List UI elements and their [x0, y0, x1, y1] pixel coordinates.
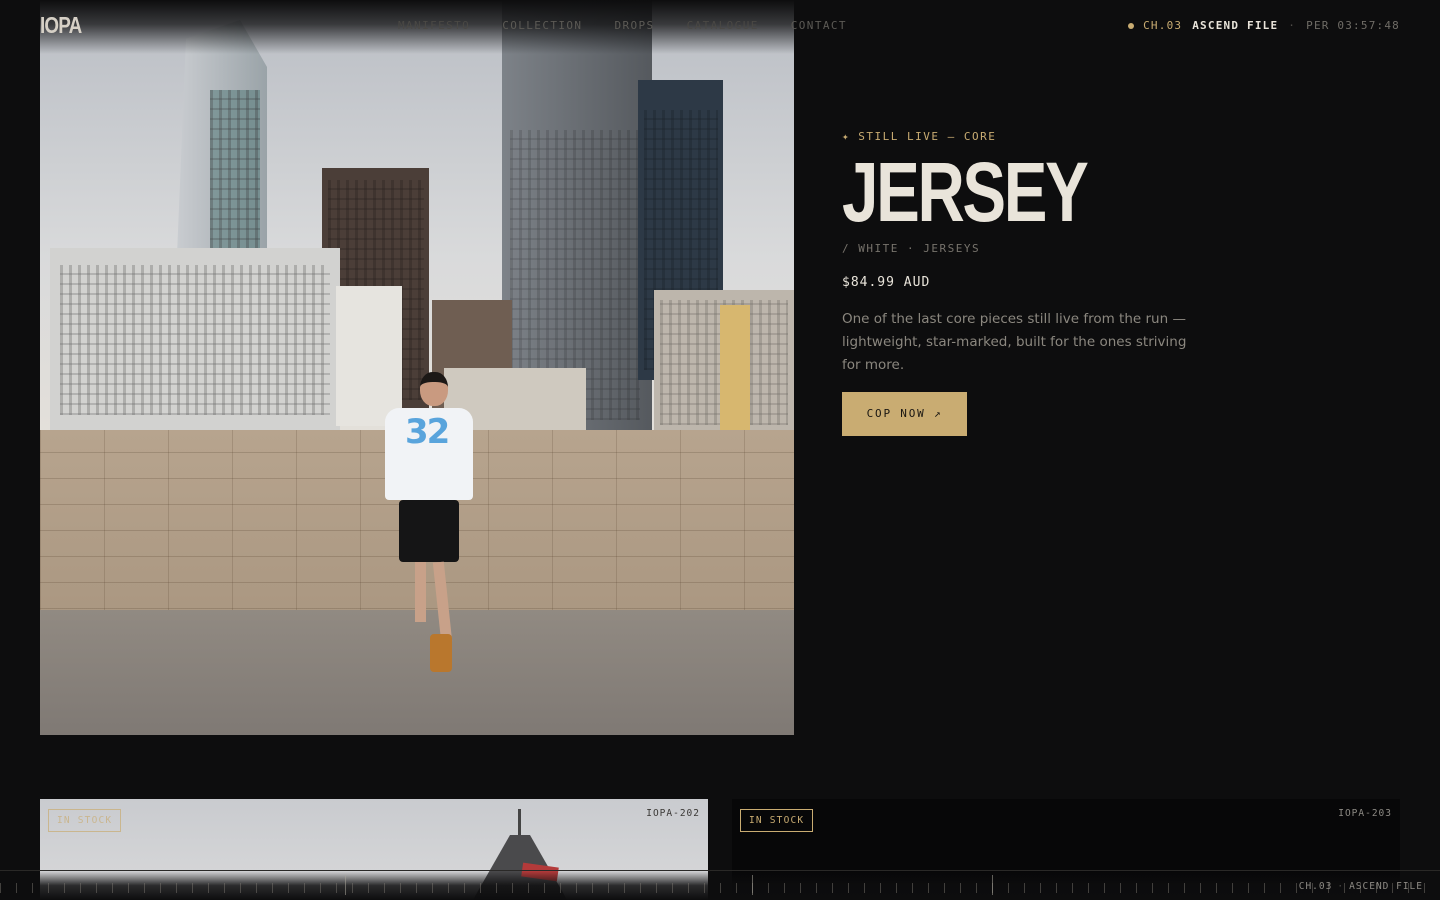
timeline-ruler: CH.03 · ASCEND FILE [0, 870, 1440, 900]
live-dot-icon [1128, 23, 1135, 29]
product-description: One of the last core pieces still live f… [842, 311, 1187, 373]
building [720, 305, 750, 430]
stock-badge: IN STOCK [48, 809, 122, 832]
main-nav: MANIFESTO COLLECTION DROPS CATALOGUE CON… [398, 19, 879, 33]
brand-logo[interactable]: IOPA [40, 12, 82, 39]
product-sku: IOPA-203 [1338, 808, 1392, 819]
product-sku: IOPA-202 [646, 808, 700, 819]
product-title: JERSEY [842, 145, 1089, 239]
product-hero-photo: 32 [40, 0, 794, 735]
nav-item-drops[interactable]: DROPS [614, 19, 654, 33]
nav-item-collection[interactable]: COLLECTION [502, 19, 582, 33]
cop-now-button[interactable]: COP NOW ↗ [842, 392, 967, 436]
top-nav-bar: IOPA MANIFESTO COLLECTION DROPS CATALOGU… [0, 0, 1440, 54]
model-wearing-jersey: 32 [375, 372, 485, 677]
product-price: $84.99 AUD [842, 275, 931, 290]
nav-item-catalogue[interactable]: CATALOGUE [687, 19, 759, 33]
chapter-code: CH.03 [1143, 19, 1183, 32]
ruler-ticks [0, 883, 1440, 893]
stock-badge: IN STOCK [740, 809, 814, 832]
nav-item-manifesto[interactable]: MANIFESTO [398, 19, 470, 33]
chapter-status: CH.03 ASCEND FILE · PER 03:57:48 [1128, 19, 1400, 33]
ruler-chapter: CH.03 [1298, 881, 1333, 892]
ruler-separator: · [1337, 881, 1345, 892]
ruler-file: ASCEND FILE [1349, 881, 1423, 892]
status-separator: · [1288, 19, 1297, 32]
product-meta: / WHITE · JERSEYS [842, 242, 981, 255]
chapter-file-name: ASCEND FILE [1192, 19, 1279, 32]
ruler-label: CH.03 · ASCEND FILE [1299, 881, 1423, 892]
nav-item-contact[interactable]: CONTACT [791, 19, 847, 33]
local-time: PER 03:57:48 [1306, 19, 1400, 32]
product-eyebrow: ✦ STILL LIVE — CORE [842, 130, 997, 143]
